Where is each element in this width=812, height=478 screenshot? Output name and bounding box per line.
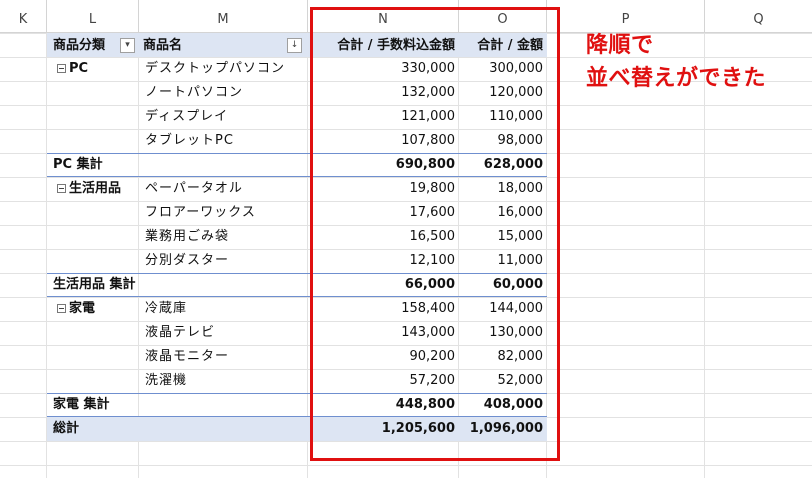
product-sort-filter-button[interactable]: ↓: [287, 38, 302, 53]
pivot-grand-total-label[interactable]: 総計: [53, 417, 133, 440]
collapse-icon[interactable]: [57, 184, 66, 193]
column-header-m[interactable]: M: [139, 0, 308, 33]
pivot-product-name[interactable]: タブレットPC: [145, 129, 305, 152]
annotation-line-1: 降順で: [586, 33, 654, 58]
sort-descending-icon: ↓: [290, 40, 299, 50]
column-header-q[interactable]: Q: [705, 0, 812, 33]
dropdown-arrow-icon: ▾: [125, 40, 130, 50]
pivot-product-name[interactable]: 分別ダスター: [145, 249, 305, 272]
pivot-category-label[interactable]: 生活用品: [55, 177, 137, 200]
category-filter-button[interactable]: ▾: [120, 38, 135, 53]
pivot-product-name[interactable]: 液晶テレビ: [145, 321, 305, 344]
pivot-subtotal-label[interactable]: 生活用品 集計: [53, 273, 203, 296]
pivot-category-label[interactable]: PC: [55, 57, 137, 80]
pivot-product-name[interactable]: ノートパソコン: [145, 81, 305, 104]
pivot-product-name[interactable]: 液晶モニター: [145, 345, 305, 368]
column-header-p[interactable]: P: [547, 0, 705, 33]
pivot-product-name[interactable]: 冷蔵庫: [145, 297, 305, 320]
annotation-line-2: 並べ替えができた: [586, 66, 767, 91]
pivot-header-category: 商品分類: [53, 38, 106, 53]
collapse-icon[interactable]: [57, 64, 66, 73]
column-header-k[interactable]: K: [0, 0, 47, 33]
pivot-category-label[interactable]: 家電: [55, 297, 137, 320]
highlight-box: [310, 7, 560, 461]
pivot-subtotal-label[interactable]: 家電 集計: [53, 393, 203, 416]
pivot-product-name[interactable]: ペーパータオル: [145, 177, 305, 200]
spreadsheet: K L M N O P Q 商品分類 ▾ 商品名 ↓ 合計 / 手数料込金額 合…: [0, 0, 812, 478]
pivot-product-name[interactable]: ディスプレイ: [145, 105, 305, 128]
pivot-product-name[interactable]: デスクトップパソコン: [145, 57, 305, 80]
pivot-product-name[interactable]: フロアーワックス: [145, 201, 305, 224]
collapse-icon[interactable]: [57, 304, 66, 313]
pivot-subtotal-label[interactable]: PC 集計: [53, 153, 203, 176]
column-header-l[interactable]: L: [47, 0, 139, 33]
pivot-header-product: 商品名: [143, 38, 183, 53]
pivot-product-name[interactable]: 業務用ごみ袋: [145, 225, 305, 248]
pivot-product-name[interactable]: 洗濯機: [145, 369, 305, 392]
